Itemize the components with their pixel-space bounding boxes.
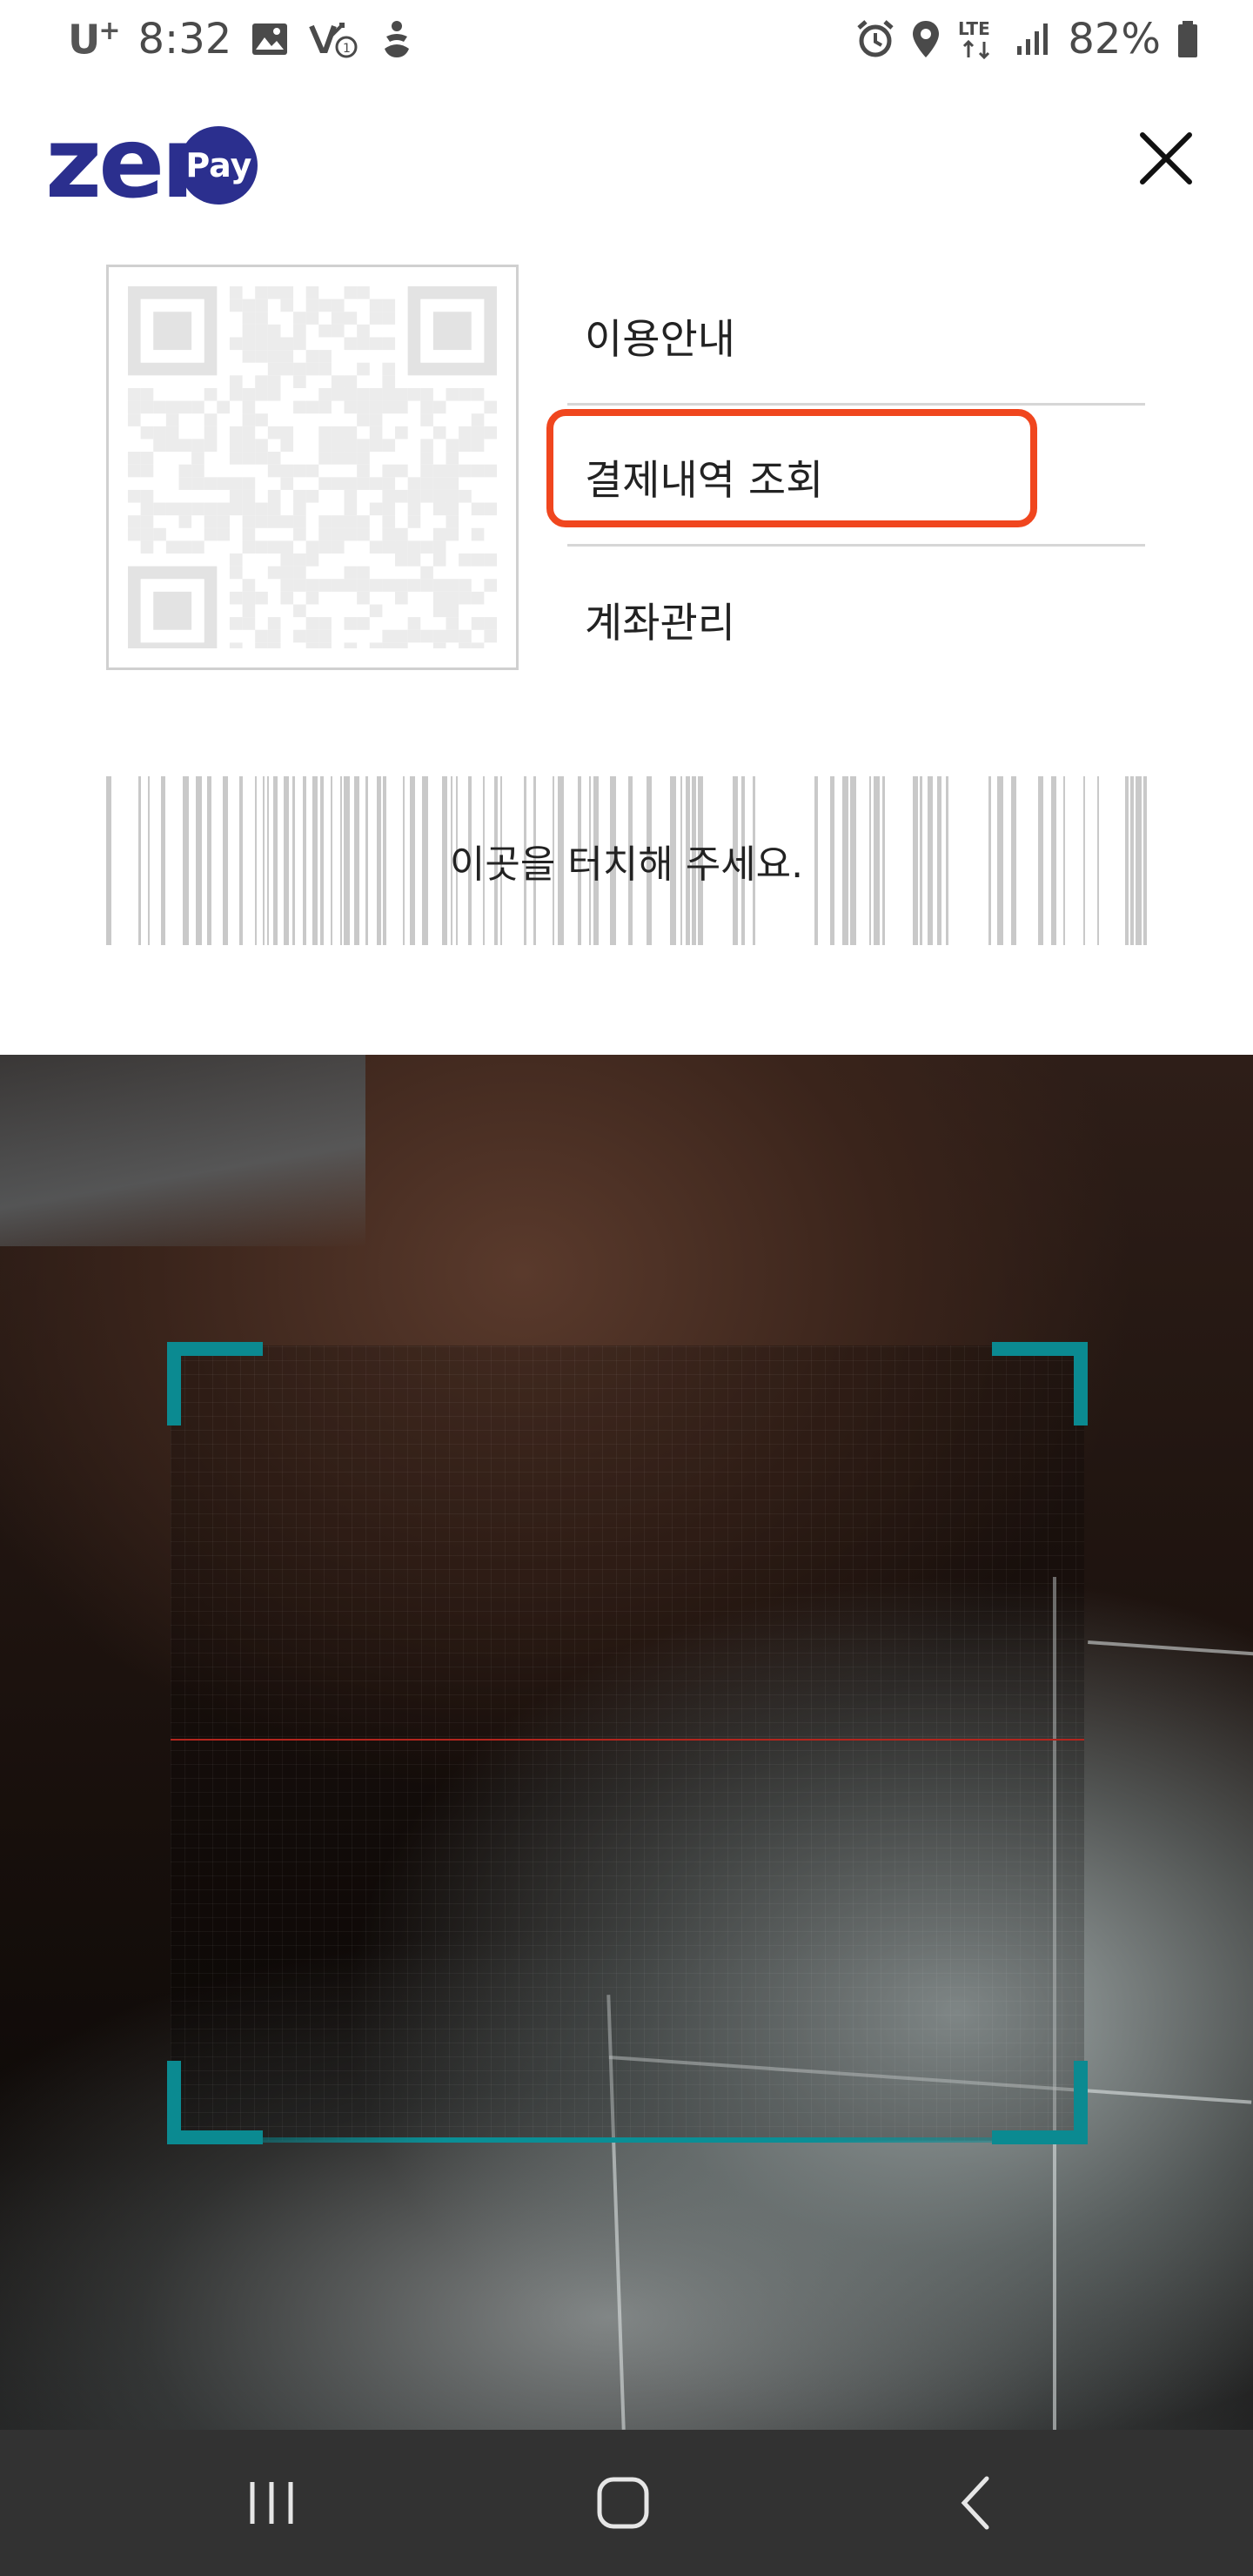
svg-text:LTE: LTE <box>958 18 990 39</box>
recent-apps-icon <box>250 2482 293 2524</box>
scan-corner-top-left <box>167 1342 263 1426</box>
clock: 8:32 <box>137 15 232 64</box>
gallery-icon <box>251 22 289 57</box>
barcode-touch-area[interactable]: 이곳을 터치해 주세요. <box>106 776 1147 945</box>
scan-corner-bottom-right <box>992 2061 1088 2144</box>
battery-icon <box>1176 19 1199 59</box>
logo-pay-text: Pay <box>185 146 252 184</box>
logo-pay-badge: Pay <box>179 126 258 205</box>
menu-item-payment-history[interactable]: 결제내역 조회 <box>567 406 1145 547</box>
camera-viewfinder <box>0 1055 1253 2430</box>
status-bar-left: U+ 8:32 1 <box>68 9 414 70</box>
signal-icon <box>1015 22 1052 57</box>
battery-percentage: 82% <box>1068 15 1161 64</box>
recent-apps-button[interactable] <box>184 2430 358 2576</box>
zeropay-logo: zer Pay <box>45 115 258 212</box>
menu-item-guide[interactable]: 이용안내 <box>567 265 1145 406</box>
missed-call-icon: 1 <box>308 19 360 59</box>
menu-item-label: 결제내역 조회 <box>585 457 824 505</box>
status-bar-right: LTE 82% <box>855 9 1199 70</box>
location-icon <box>911 19 941 59</box>
back-icon <box>961 2476 989 2530</box>
scan-line <box>171 1739 1084 1741</box>
scan-corner-top-right <box>992 1342 1088 1426</box>
qr-code-pattern <box>128 286 497 648</box>
carrier-label: U+ <box>68 15 121 64</box>
accessibility-icon <box>379 19 414 59</box>
home-icon <box>597 2477 649 2529</box>
barcode-instruction: 이곳을 터치해 주세요. <box>449 842 804 887</box>
scan-corner-bottom-left <box>167 2061 263 2144</box>
scan-frame <box>167 1342 1088 2144</box>
svg-text:1: 1 <box>343 42 351 56</box>
camera-background-detail <box>0 1055 365 1246</box>
qr-code[interactable] <box>106 265 519 670</box>
app-header: zer Pay <box>0 87 1253 226</box>
scan-frame-bottom-edge <box>171 2137 1084 2143</box>
back-button[interactable] <box>888 2430 1062 2576</box>
menu-list: 이용안내 결제내역 조회 계좌관리 <box>567 265 1145 688</box>
home-button[interactable] <box>536 2430 710 2576</box>
floor-tile-line <box>1088 1640 1253 1656</box>
close-icon <box>1140 132 1192 184</box>
close-button[interactable] <box>1131 124 1201 193</box>
menu-item-account-management[interactable]: 계좌관리 <box>567 547 1145 688</box>
menu-item-label: 계좌관리 <box>585 599 735 647</box>
status-bar: U+ 8:32 1 LTE 82% <box>0 0 1253 77</box>
lte-icon: LTE <box>956 17 1000 61</box>
alarm-icon <box>855 19 895 59</box>
system-navigation-bar <box>0 2430 1253 2576</box>
menu-item-label: 이용안내 <box>585 316 735 364</box>
